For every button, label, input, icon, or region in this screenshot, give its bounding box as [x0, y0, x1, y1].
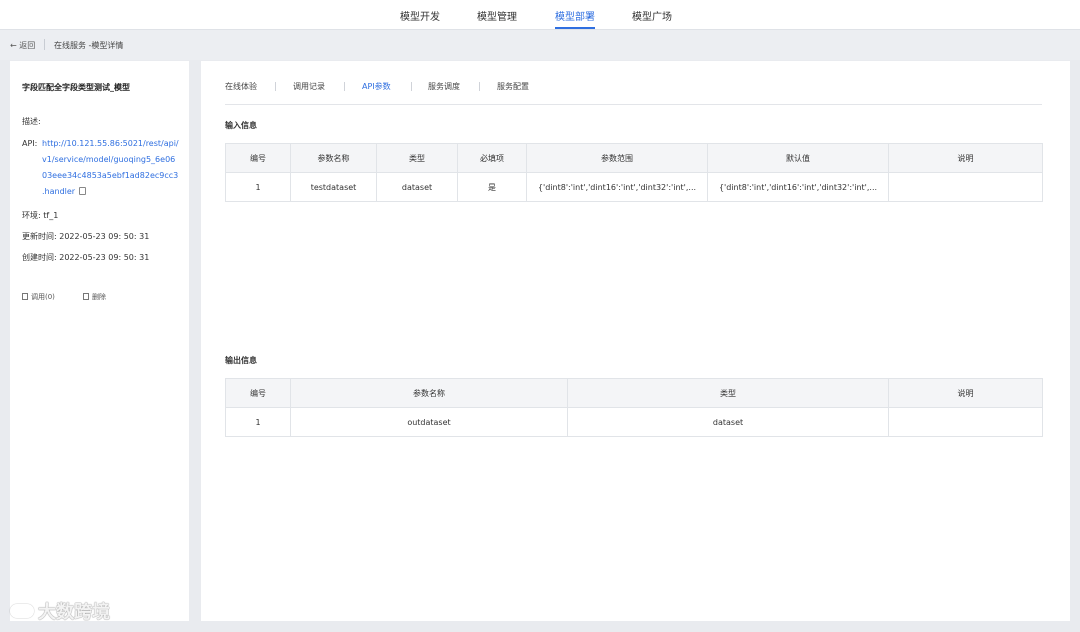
watermark: 大数跨境 [10, 598, 110, 624]
created-time: 创建时间: 2022-05-23 09: 50: 31 [22, 253, 150, 262]
api-params-panel: 在线体验 调用记录 API参数 服务调度 服务配置 输入信息 编号 参数名称 类… [201, 61, 1070, 621]
column-header: 参数范围 [526, 143, 708, 173]
delete-button-label: 删除 [92, 293, 106, 301]
nav-item-model-deployment[interactable]: 模型部署 [555, 8, 595, 29]
input-params-table: 编号 参数名称 类型 必填项 参数范围 默认值 说明 1 testdataset… [225, 143, 1043, 202]
column-header: 编号 [225, 378, 291, 408]
column-header: 参数名称 [290, 378, 568, 408]
api-label: API: [22, 139, 38, 148]
table-cell: {'dint8':'int','dint16':'int','dint32':'… [526, 172, 708, 202]
table-cell: 1 [225, 172, 291, 202]
tab-separator [275, 82, 276, 91]
tab-service-scheduling[interactable]: 服务调度 [428, 81, 460, 92]
updated-time: 更新时间: 2022-05-23 09: 50: 31 [22, 232, 150, 241]
breadcrumb-divider [44, 39, 45, 50]
environment-text: 环境: tf_1 [22, 211, 59, 220]
nav-item-model-dev[interactable]: 模型开发 [400, 8, 440, 23]
call-button[interactable]: 调用(0) [22, 292, 55, 302]
tab-api-params[interactable]: API参数 [362, 81, 391, 92]
table-cell [888, 172, 1043, 202]
api-url-line[interactable]: 03eee34c4853a5ebf1ad82ec9cc3 [42, 171, 178, 180]
table-cell: 1 [225, 407, 291, 437]
call-button-label: 调用(0) [31, 293, 55, 301]
table-row: 1 testdataset dataset 是 {'dint8':'int','… [225, 172, 1043, 202]
top-navigation: 模型开发 模型管理 模型部署 模型广场 [0, 0, 1080, 30]
trash-icon [83, 293, 89, 300]
column-header: 必填项 [457, 143, 527, 173]
watermark-text: 大数跨境 [38, 602, 110, 623]
call-icon [22, 293, 28, 300]
tabs-divider [225, 104, 1042, 105]
output-params-table: 编号 参数名称 类型 说明 1 outdataset dataset [225, 378, 1043, 437]
table-header-row: 编号 参数名称 类型 必填项 参数范围 默认值 说明 [225, 143, 1043, 173]
column-header: 说明 [888, 143, 1043, 173]
delete-button[interactable]: 删除 [83, 292, 106, 302]
api-url-line-last: .handler [42, 187, 87, 196]
input-section-title: 输入信息 [225, 121, 257, 130]
watermark-logo-icon [10, 604, 34, 618]
table-cell: dataset [376, 172, 458, 202]
column-header: 说明 [888, 378, 1043, 408]
description-label: 描述: [22, 117, 41, 126]
model-title: 字段匹配全字段类型测试_模型 [22, 83, 130, 92]
api-url-line[interactable]: .handler [42, 187, 75, 196]
api-url-line[interactable]: http://10.121.55.86:5021/rest/api/ [42, 139, 179, 148]
table-header-row: 编号 参数名称 类型 说明 [225, 378, 1043, 408]
nav-item-model-square[interactable]: 模型广场 [632, 8, 672, 23]
column-header: 默认值 [707, 143, 889, 173]
tab-separator [344, 82, 345, 91]
tab-service-config[interactable]: 服务配置 [497, 81, 529, 92]
breadcrumb-path: 在线服务 -模型详情 [54, 41, 124, 50]
model-info-panel: 字段匹配全字段类型测试_模型 描述: API: http://10.121.55… [10, 61, 189, 621]
output-section-title: 输出信息 [225, 356, 257, 365]
breadcrumb: ← 返回 在线服务 -模型详情 [0, 30, 1080, 60]
table-cell [888, 407, 1043, 437]
column-header: 类型 [376, 143, 458, 173]
back-link[interactable]: ← 返回 [10, 40, 35, 51]
table-cell: testdataset [290, 172, 377, 202]
table-cell: {'dint8':'int','dint16':'int','dint32':'… [707, 172, 889, 202]
nav-item-model-management[interactable]: 模型管理 [477, 8, 517, 23]
tab-separator [479, 82, 480, 91]
table-cell: outdataset [290, 407, 568, 437]
table-cell: 是 [457, 172, 527, 202]
column-header: 编号 [225, 143, 291, 173]
tab-call-records[interactable]: 调用记录 [293, 81, 325, 92]
tab-separator [411, 82, 412, 91]
table-row: 1 outdataset dataset [225, 407, 1043, 437]
api-url-line[interactable]: v1/service/model/guoqing5_6e06 [42, 155, 175, 164]
column-header: 类型 [567, 378, 889, 408]
copy-icon[interactable] [79, 187, 87, 195]
table-cell: dataset [567, 407, 889, 437]
column-header: 参数名称 [290, 143, 377, 173]
tab-online-experience[interactable]: 在线体验 [225, 81, 257, 92]
